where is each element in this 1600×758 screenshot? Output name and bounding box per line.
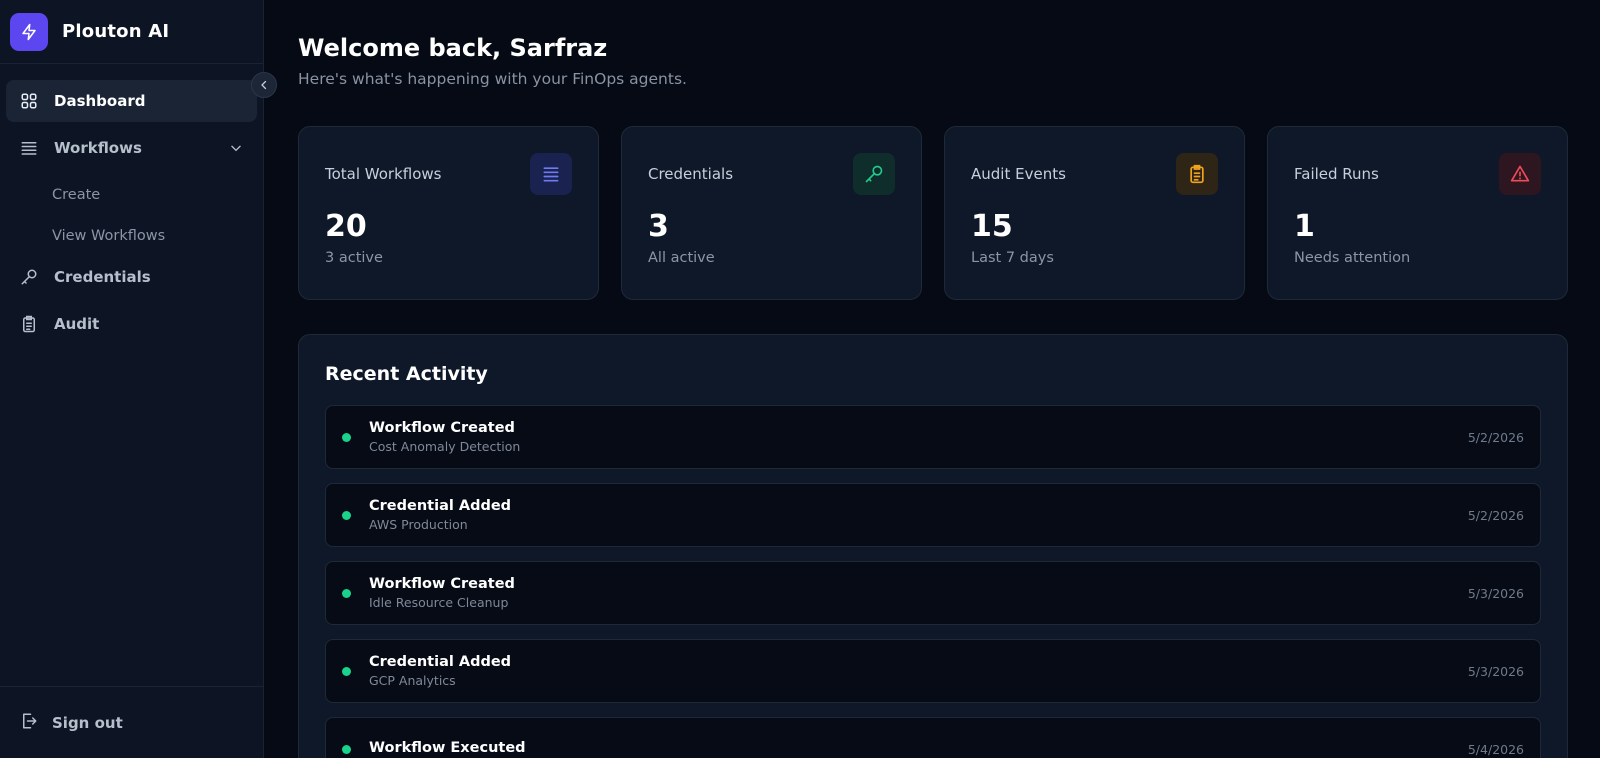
key-icon <box>853 153 895 195</box>
sidebar-item-label: Credentials <box>54 268 151 286</box>
stat-subtext: 3 active <box>325 250 383 266</box>
activity-item[interactable]: Workflow Created Cost Anomaly Detection … <box>325 405 1541 469</box>
stat-subtext: Last 7 days <box>971 250 1054 266</box>
activity-desc: GCP Analytics <box>369 673 456 688</box>
status-dot <box>342 588 351 598</box>
activity-list: Workflow Created Cost Anomaly Detection … <box>325 405 1541 758</box>
stat-card-credentials[interactable]: Credentials 3 All active <box>621 126 922 300</box>
stat-value: 1 <box>1294 209 1315 244</box>
activity-date: 5/4/2026 <box>1467 741 1524 757</box>
alert-triangle-icon <box>1499 153 1541 195</box>
list-icon <box>20 139 38 157</box>
page-title: Welcome back, Sarfraz <box>298 34 608 62</box>
sidebar-item-label: Dashboard <box>54 92 146 110</box>
activity-date: 5/3/2026 <box>1467 663 1524 679</box>
activity-title: Workflow Created <box>369 576 515 592</box>
logout-icon <box>20 712 38 734</box>
sidebar-item-workflows[interactable]: Workflows <box>6 127 257 169</box>
recent-activity-panel: Recent Activity Workflow Created Cost An… <box>298 334 1568 758</box>
clipboard-icon <box>20 315 38 333</box>
activity-title: Credential Added <box>369 498 512 514</box>
clipboard-icon <box>1176 153 1218 195</box>
sidebar-item-label: Workflows <box>54 139 142 157</box>
activity-title: Credential Added <box>369 654 512 670</box>
brand-name: Plouton AI <box>62 21 170 42</box>
stat-card-failed-runs[interactable]: Failed Runs 1 Needs attention <box>1267 126 1568 300</box>
activity-item[interactable]: Credential Added GCP Analytics 5/3/2026 <box>325 639 1541 703</box>
main-content: Welcome back, Sarfraz Here's what's happ… <box>264 0 1600 758</box>
recent-activity-title: Recent Activity <box>325 363 488 385</box>
activity-item[interactable]: Workflow Executed 5/4/2026 <box>325 717 1541 758</box>
stat-value: 20 <box>325 209 367 244</box>
brand[interactable]: Plouton AI <box>0 0 263 64</box>
key-icon <box>20 268 38 286</box>
stat-subtext: All active <box>648 250 715 266</box>
sidebar-item-label: Audit <box>54 315 100 333</box>
activity-desc: Cost Anomaly Detection <box>369 439 521 454</box>
sidebar-item-audit[interactable]: Audit <box>6 303 257 345</box>
app-root: Plouton AI Dashboard Workflows Create Vi… <box>0 0 1600 758</box>
chevron-down-icon[interactable] <box>229 141 243 155</box>
list-icon <box>530 153 572 195</box>
activity-title: Workflow Created <box>369 420 515 436</box>
sidebar-item-credentials[interactable]: Credentials <box>6 256 257 298</box>
collapse-sidebar-button[interactable] <box>251 72 277 98</box>
stat-card-audit-events[interactable]: Audit Events 15 Last 7 days <box>944 126 1245 300</box>
sidebar-subitem-create[interactable]: Create <box>6 174 257 215</box>
stat-card-total-workflows[interactable]: Total Workflows 20 3 active <box>298 126 599 300</box>
chevron-left-icon <box>258 76 270 95</box>
activity-date: 5/2/2026 <box>1467 507 1524 523</box>
activity-title: Workflow Executed <box>369 739 526 756</box>
stats-cards: Total Workflows 20 3 active Credentials … <box>298 126 1570 300</box>
activity-desc: AWS Production <box>369 517 468 532</box>
activity-date: 5/3/2026 <box>1467 585 1524 601</box>
sign-out-button[interactable]: Sign out <box>0 686 263 758</box>
activity-date: 5/2/2026 <box>1467 429 1524 445</box>
activity-item[interactable]: Credential Added AWS Production 5/2/2026 <box>325 483 1541 547</box>
sidebar: Plouton AI Dashboard Workflows Create Vi… <box>0 0 277 758</box>
stat-subtext: Needs attention <box>1294 250 1411 266</box>
stat-value: 15 <box>971 209 1013 244</box>
grid-icon <box>20 92 38 110</box>
status-dot <box>342 666 351 676</box>
sign-out-label: Sign out <box>52 713 123 732</box>
stat-value: 3 <box>648 209 669 244</box>
sidebar-subitem-view-workflows[interactable]: View Workflows <box>6 215 257 256</box>
status-dot <box>342 432 351 442</box>
status-dot <box>342 744 351 754</box>
bolt-icon <box>10 12 48 51</box>
status-dot <box>342 510 351 520</box>
page-subtitle: Here's what's happening with your FinOps… <box>298 70 687 88</box>
activity-desc: Idle Resource Cleanup <box>369 595 509 610</box>
sidebar-item-dashboard[interactable]: Dashboard <box>6 80 257 122</box>
activity-item[interactable]: Workflow Created Idle Resource Cleanup 5… <box>325 561 1541 625</box>
sidebar-nav: Dashboard Workflows Create View Workflow… <box>0 64 263 686</box>
